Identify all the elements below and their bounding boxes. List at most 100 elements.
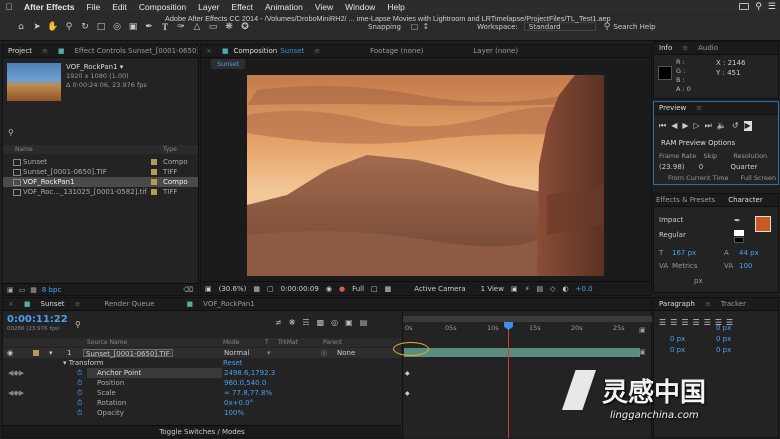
menu-window[interactable]: Window xyxy=(339,2,381,12)
layer-duration-bar[interactable] xyxy=(404,348,640,357)
snapping-label[interactable]: Snapping xyxy=(368,23,401,31)
trash-icon[interactable]: ⌫ xyxy=(183,286,193,294)
comp-button-icon[interactable]: ▣ xyxy=(639,326,646,334)
column-type[interactable]: Type xyxy=(163,145,177,154)
tab-composition[interactable]: Composition xyxy=(234,47,278,55)
tab-menu-icon[interactable]: ≡ xyxy=(70,300,86,308)
property-row[interactable]: ⏱ Opacity 100% xyxy=(3,408,401,418)
align-center-icon[interactable]: ☰ xyxy=(670,318,677,327)
property-value[interactable]: 960.0,540.0 xyxy=(224,378,266,388)
black-swatch[interactable] xyxy=(734,237,744,243)
tab-layer[interactable]: Layer (none) xyxy=(468,47,523,55)
timeline-timecode[interactable]: 0:00:11:22 xyxy=(7,314,68,325)
workspace-select[interactable]: Standard xyxy=(523,22,596,31)
draft3d-icon[interactable]: ❋ xyxy=(289,318,296,327)
tab-tracker[interactable]: Tracker xyxy=(716,300,751,308)
menu-effect[interactable]: Effect xyxy=(225,2,259,12)
frame-blend-icon[interactable]: ▩ xyxy=(317,318,325,327)
grid-icon[interactable]: ▦ xyxy=(253,285,260,293)
new-folder-icon[interactable]: ▭ xyxy=(19,286,26,294)
ram-preview-icon[interactable]: ▶ xyxy=(743,121,752,131)
blend-mode-select[interactable]: Normal xyxy=(224,348,249,358)
exposure-icon[interactable]: ◐ xyxy=(563,285,569,293)
align-left-icon[interactable]: ☰ xyxy=(659,318,666,327)
first-line-indent[interactable]: 0 px xyxy=(716,324,731,332)
space-before[interactable]: 0 px xyxy=(670,346,685,354)
close-tab-icon[interactable]: × xyxy=(3,300,19,308)
motion-blur-icon[interactable]: ◎ xyxy=(331,318,338,327)
zoom-select[interactable]: (30.6%) xyxy=(219,285,247,293)
always-preview-icon[interactable]: ▣ xyxy=(205,285,212,293)
layer-label-color[interactable] xyxy=(33,350,39,356)
layer-row[interactable]: ◉ ▾ 1 Sunset_[0001-0650].TIF Normal ▾ ◎ … xyxy=(3,348,401,358)
menu-composition[interactable]: Composition xyxy=(133,2,192,12)
fast-preview-icon[interactable]: ⚡ xyxy=(525,285,530,293)
lock-icon[interactable]: ■ xyxy=(217,47,234,55)
property-row[interactable]: ⏱ Position 960.0,540.0 xyxy=(3,378,401,388)
show-channel-icon[interactable]: ● xyxy=(339,285,345,293)
transform-group[interactable]: ▾ Transform xyxy=(63,358,104,368)
list-item[interactable]: VOF_Roc..._131025_[0001-0582].tif TIFF xyxy=(3,187,198,197)
label-color[interactable] xyxy=(151,169,157,175)
tab-vof-rockpan1[interactable]: VOF_RockPan1 xyxy=(198,300,260,308)
timeline-search-icon[interactable]: ⚲ xyxy=(75,320,81,329)
play-icon[interactable]: ▶ xyxy=(682,121,688,131)
eyedropper-icon[interactable]: ✒ xyxy=(734,216,741,225)
roi-icon[interactable]: □ xyxy=(371,285,378,293)
rotate-tool-icon[interactable]: ↻ xyxy=(79,21,91,33)
selection-tool-icon[interactable]: ➤ xyxy=(31,21,43,33)
work-area-bar[interactable] xyxy=(403,316,652,322)
font-size-value[interactable]: 167 px xyxy=(672,249,696,257)
transparency-grid-icon[interactable]: ▩ xyxy=(385,285,392,293)
label-color[interactable] xyxy=(151,189,157,195)
time-ruler[interactable]: 0s 05s 10s 15s 20s 25s xyxy=(403,324,652,336)
tab-effect-controls[interactable]: Effect Controls Sunset_[0001-0650] xyxy=(69,47,198,55)
justify-center-icon[interactable]: ☰ xyxy=(704,318,711,327)
align-right-icon[interactable]: ☰ xyxy=(681,318,688,327)
leading-value[interactable]: 44 px xyxy=(739,249,759,257)
property-value[interactable]: ∞ 77.8,77.8% xyxy=(224,388,272,398)
tab-audio[interactable]: Audio xyxy=(693,44,723,52)
exposure-value[interactable]: +0.0 xyxy=(576,285,593,293)
tab-paragraph[interactable]: Paragraph xyxy=(654,300,700,308)
menu-view[interactable]: View xyxy=(309,2,339,12)
parent-select[interactable]: None xyxy=(337,348,355,358)
home-icon[interactable]: ⌂ xyxy=(15,21,27,33)
skip-select[interactable]: 0 xyxy=(699,163,703,171)
font-family-select[interactable]: Impact xyxy=(659,216,729,224)
mask-tool-icon[interactable]: ▣ xyxy=(127,21,139,33)
snapping-icon[interactable]: ▢ xyxy=(411,22,419,31)
lock-icon[interactable]: ■ xyxy=(19,300,36,308)
shy-icon[interactable]: ☴ xyxy=(302,318,309,327)
brainstorm-icon[interactable]: ▣ xyxy=(345,318,353,327)
last-frame-icon[interactable]: ⏭ xyxy=(705,121,712,131)
time-graph[interactable]: 0s 05s 10s 15s 20s 25s ◆ ◆ ▣ ▣ xyxy=(393,312,652,438)
tab-footage[interactable]: Footage (none) xyxy=(365,47,428,55)
column-t[interactable]: T xyxy=(265,338,269,347)
list-item[interactable]: Sunset Compo xyxy=(3,157,198,167)
toggle-pixel-icon[interactable]: ▣ xyxy=(511,285,518,293)
tab-menu-icon[interactable]: ≡ xyxy=(700,300,716,308)
camera-tool-icon[interactable]: □ xyxy=(95,21,107,33)
menu-layer[interactable]: Layer xyxy=(192,2,225,12)
eye-icon[interactable]: ◉ xyxy=(7,348,13,358)
zoom-tool-icon[interactable]: ⚲ xyxy=(63,21,75,33)
tab-menu-icon[interactable]: ≡ xyxy=(691,104,707,112)
list-icon[interactable]: ☰ xyxy=(768,1,776,12)
property-value[interactable]: 100% xyxy=(224,408,244,418)
timeline-icon[interactable]: ▤ xyxy=(537,285,544,293)
comp-marker-icon[interactable]: ≠ xyxy=(275,318,282,327)
layer-name[interactable]: Sunset_[0001-0650].TIF xyxy=(83,349,173,358)
current-time-indicator[interactable] xyxy=(508,324,509,438)
tab-character[interactable]: Character xyxy=(723,196,768,204)
keyframe-nav-icon[interactable]: ◀◆▶ xyxy=(8,368,24,378)
transform-reset[interactable]: Reset xyxy=(223,358,243,368)
stopwatch-icon[interactable]: ⏱ xyxy=(77,398,82,408)
pickwhip-icon[interactable]: ◎ xyxy=(321,348,327,358)
search-help-icon[interactable]: ⚲ xyxy=(604,22,611,32)
tab-render-queue[interactable]: Render Queue xyxy=(99,300,159,308)
item-name[interactable]: VOF_RockPan1 ▾ xyxy=(66,63,123,71)
property-row[interactable]: ⏱ Rotation 0x+0.0° xyxy=(3,398,401,408)
prev-frame-icon[interactable]: ◀ xyxy=(671,121,677,131)
column-name[interactable]: Name xyxy=(15,146,33,153)
